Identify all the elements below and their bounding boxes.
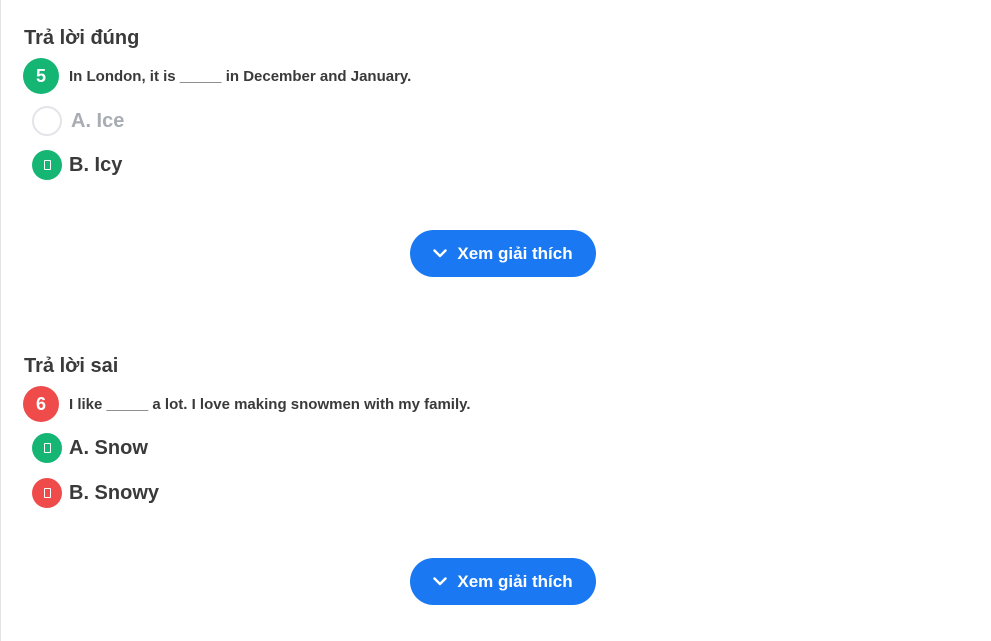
option-a[interactable]: A. Ice <box>32 106 124 136</box>
option-label: B. Snowy <box>69 481 160 504</box>
option-b[interactable]: B. Snowy <box>32 478 159 508</box>
question-number-badge: 6 <box>23 386 59 422</box>
answer-status-title: Trả lời đúng <box>24 27 140 49</box>
button-label: Xem giải thích <box>457 571 573 591</box>
wrong-answer-icon <box>32 478 62 508</box>
option-b[interactable]: B. Icy <box>32 150 122 180</box>
question-row: 5 In London, it is _____ in December and… <box>23 58 411 94</box>
option-a[interactable]: A. Snow <box>32 433 148 463</box>
option-label: A. Ice <box>71 109 125 132</box>
question-text: In London, it is _____ in December and J… <box>69 67 412 85</box>
answer-status-title: Trả lời sai <box>24 355 119 377</box>
radio-empty-icon <box>32 106 62 136</box>
button-label: Xem giải thích <box>457 243 573 263</box>
chevron-down-icon <box>433 249 448 258</box>
option-label: B. Icy <box>69 153 123 176</box>
question-number-badge: 5 <box>23 58 59 94</box>
show-explanation-button[interactable]: Xem giải thích <box>410 230 596 277</box>
left-border <box>0 0 1 641</box>
correct-answer-icon <box>32 150 62 180</box>
correct-answer-icon <box>32 433 62 463</box>
question-text: I like _____ a lot. I love making snowme… <box>69 395 471 413</box>
question-row: 6 I like _____ a lot. I love making snow… <box>23 386 471 422</box>
option-label: A. Snow <box>69 436 148 459</box>
show-explanation-button[interactable]: Xem giải thích <box>410 558 596 605</box>
chevron-down-icon <box>433 577 448 586</box>
